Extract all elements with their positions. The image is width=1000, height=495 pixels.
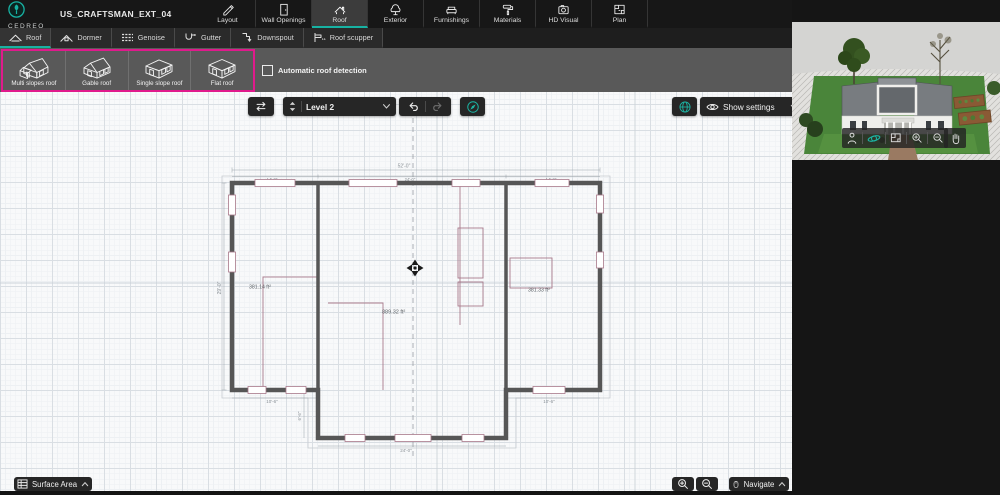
gable-roof-icon <box>83 57 111 79</box>
navigate-button[interactable]: Navigate <box>729 477 789 491</box>
camera-icon <box>558 5 569 15</box>
checkbox-box[interactable] <box>262 65 273 76</box>
tab-wall-openings[interactable]: Wall Openings <box>256 0 312 28</box>
pencil-icon <box>223 5 234 16</box>
plan-view-icon[interactable] <box>890 132 902 144</box>
preview-pan-button[interactable] <box>944 128 966 148</box>
tab-materials[interactable]: Materials <box>480 0 536 28</box>
chevron-up-icon <box>81 481 89 487</box>
floor-plan-drawing: 52'-0" 14'-0" 24'-0" 14'-0" 29'-0" 10'-6… <box>0 92 792 495</box>
roof-icon <box>334 6 345 15</box>
tree-icon <box>390 4 401 16</box>
cedreo-app: CEDREO US_CRAFTSMAN_EXT_04 Layout Wall O… <box>0 0 1000 495</box>
tab-furnishings[interactable]: Furnishings <box>424 0 480 28</box>
mouse-icon <box>733 480 738 488</box>
flat-roof-button[interactable]: Flat roof <box>191 51 253 90</box>
blueprint-icon <box>614 4 625 15</box>
zoom-out-icon <box>702 479 712 489</box>
downspout-icon <box>242 32 252 42</box>
walkthrough-person-icon[interactable] <box>846 132 858 145</box>
undo-icon[interactable] <box>407 100 421 113</box>
single-slope-roof-button[interactable]: Single slope roof <box>129 51 192 90</box>
cedreo-logo-icon <box>8 1 25 18</box>
multi-slopes-roof-icon <box>19 58 49 79</box>
project-name: US_CRAFTSMAN_EXT_04 <box>60 9 172 19</box>
cedreo-logo[interactable]: CEDREO <box>8 1 56 30</box>
roof-type-row: Multi slopes roof Gable roof Single slop… <box>0 48 792 92</box>
gutter-icon <box>185 33 196 40</box>
roof-outline-icon <box>9 34 22 41</box>
subtab-dormer[interactable]: Dormer <box>51 28 112 48</box>
single-slope-roof-icon <box>145 59 173 79</box>
roof-sub-toolbar: Roof Dormer Genoise Gutter Downspout Roo… <box>0 28 792 48</box>
sofa-icon <box>446 6 457 15</box>
preview-3d-viewport[interactable] <box>792 22 1000 160</box>
move-cursor-icon[interactable] <box>406 259 424 277</box>
roof-type-group-highlight: Multi slopes roof Gable roof Single slop… <box>1 49 255 92</box>
bottom-frame-strip <box>0 491 792 495</box>
tab-exterior[interactable]: Exterior <box>368 0 424 28</box>
surface-area-button[interactable]: Surface Area <box>14 477 92 491</box>
preview-toolbar <box>842 128 948 148</box>
dim-bottom-right: 10'-6" <box>543 399 555 404</box>
floor-plan-canvas[interactable]: 52'-0" 14'-0" 24'-0" 14'-0" 29'-0" 10'-6… <box>0 92 804 495</box>
dim-left-total: 29'-0" <box>217 281 223 294</box>
chevron-up-icon <box>779 481 786 487</box>
multi-slopes-roof-button[interactable]: Multi slopes roof <box>3 51 66 90</box>
redo-icon[interactable] <box>430 100 444 113</box>
swap-arrows-icon <box>256 101 266 112</box>
undo-redo-group <box>399 97 451 116</box>
area-label-center: 889.32 ft² <box>382 310 405 316</box>
subtab-roof-scupper[interactable]: Roof scupper <box>303 28 384 48</box>
brand-text: CEDREO <box>8 23 45 30</box>
gable-roof-button[interactable]: Gable roof <box>66 51 129 90</box>
tab-layout[interactable]: Layout <box>200 0 256 28</box>
automatic-roof-detection-checkbox[interactable]: Automatic roof detection <box>262 65 367 76</box>
genoise-icon <box>121 33 133 41</box>
roof-scupper-icon <box>314 32 326 42</box>
subtab-downspout[interactable]: Downspout <box>231 28 304 48</box>
preview-panel <box>792 0 1000 495</box>
preview-zoom-out-icon[interactable] <box>932 132 944 144</box>
zoom-in-icon <box>678 479 688 489</box>
subtab-gutter[interactable]: Gutter <box>174 28 232 48</box>
door-icon <box>280 3 288 16</box>
zoom-in-button[interactable] <box>672 477 694 491</box>
preview-zoom-in-icon[interactable] <box>911 132 923 144</box>
eye-icon <box>706 103 719 110</box>
compass-button[interactable] <box>460 97 485 116</box>
flat-roof-icon <box>208 59 236 79</box>
area-label-right: 381.33 ft² <box>528 288 550 294</box>
area-label-left: 381.14 ft² <box>249 285 271 291</box>
compass-icon <box>466 100 479 113</box>
zoom-out-button[interactable] <box>696 477 718 491</box>
tab-plan[interactable]: Plan <box>592 0 648 28</box>
level-selector[interactable]: Level 2 <box>283 97 396 116</box>
paint-roller-icon <box>502 4 514 16</box>
dim-top-total: 52'-0" <box>398 164 411 170</box>
tab-hd-visual[interactable]: HD Visual <box>536 0 592 28</box>
globe-button[interactable] <box>672 97 697 116</box>
globe-icon <box>678 100 691 113</box>
dim-ext-left: 6'-6" <box>297 411 302 420</box>
switch-view-button[interactable] <box>248 97 274 116</box>
show-settings-button[interactable]: Show settings <box>700 97 804 116</box>
orbit-view-icon[interactable] <box>867 132 881 145</box>
tab-roof[interactable]: Roof <box>312 0 368 28</box>
dormer-icon <box>60 34 74 42</box>
subtab-genoise[interactable]: Genoise <box>111 28 175 48</box>
level-stepper-icon[interactable] <box>288 100 297 113</box>
dim-bottom-left: 10'-6" <box>266 399 278 404</box>
subtab-roof[interactable]: Roof <box>0 28 52 48</box>
show-settings-label: Show settings <box>723 101 775 112</box>
chevron-down-icon <box>382 104 391 109</box>
main-nav-tabs: Layout Wall Openings Roof Exterior Furni… <box>200 0 648 28</box>
hand-pan-icon <box>952 133 959 144</box>
surface-table-icon <box>17 479 28 489</box>
level-label: Level 2 <box>306 101 335 112</box>
dim-ext-bottom: 24'-0" <box>400 448 412 453</box>
